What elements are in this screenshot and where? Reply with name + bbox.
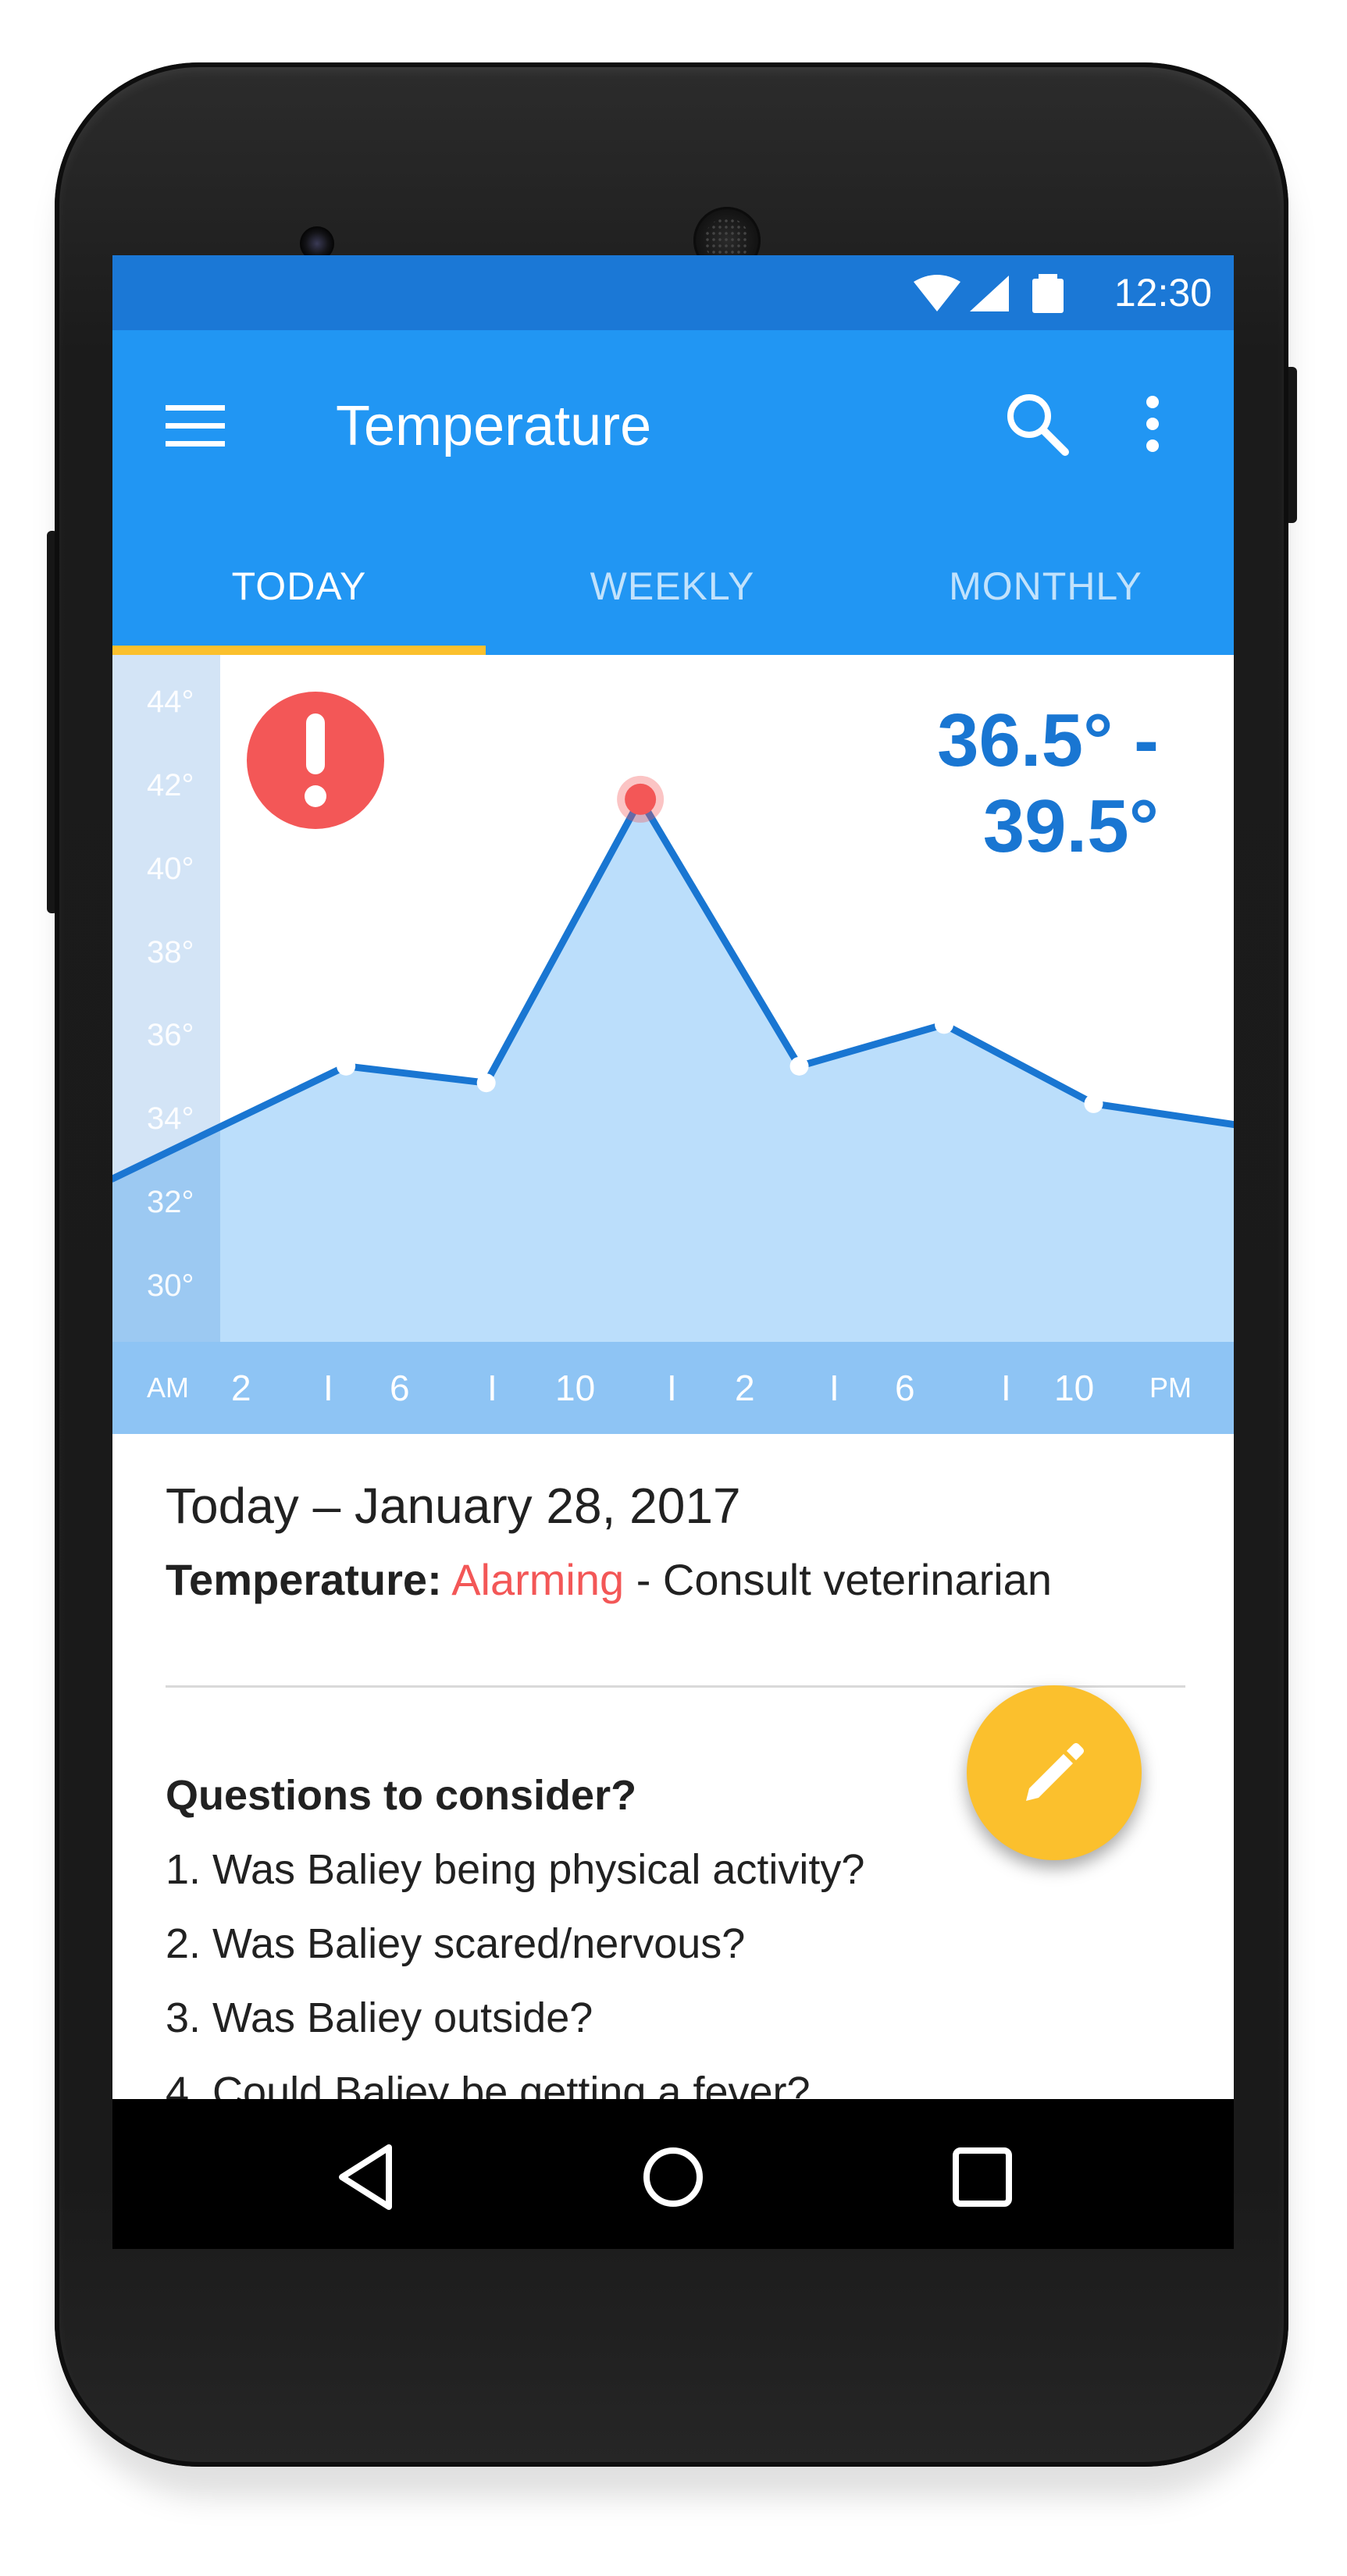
home-icon[interactable] bbox=[626, 2130, 720, 2224]
y-tick-label: 40° bbox=[147, 851, 194, 886]
x-tick: I bbox=[487, 1368, 497, 1408]
alert-data-point[interactable] bbox=[625, 783, 657, 815]
x-tick: 2 bbox=[231, 1368, 251, 1408]
x-tick: AM bbox=[147, 1372, 189, 1404]
data-point[interactable] bbox=[789, 1056, 809, 1076]
status-note: - Consult veterinarian bbox=[624, 1555, 1052, 1604]
data-point[interactable] bbox=[1084, 1094, 1103, 1113]
system-nav-bar bbox=[112, 2099, 1234, 2249]
cell-signal-icon bbox=[970, 276, 1009, 311]
alert-icon bbox=[247, 692, 384, 829]
search-icon[interactable] bbox=[998, 385, 1076, 463]
tab-monthly[interactable]: MONTHLY bbox=[859, 518, 1232, 655]
temperature-chart: 44° 42° 40° 38° 36° 34° 32° 30° 36.5° - 39.5° A… bbox=[112, 655, 1234, 1436]
x-tick: 6 bbox=[390, 1368, 410, 1408]
status-value: Alarming bbox=[451, 1555, 625, 1604]
temperature-area bbox=[112, 799, 1234, 1342]
y-axis-rail bbox=[112, 655, 220, 1342]
tab-today[interactable]: TODAY bbox=[112, 518, 486, 655]
data-point[interactable] bbox=[935, 1015, 954, 1034]
app-bar: Temperature bbox=[112, 330, 1234, 518]
device-mockup: 12:30 Temperature TODAY WEEKLY MONTHLY 4… bbox=[0, 0, 1347, 2576]
normal-range-label: 36.5° - 39.5° bbox=[937, 699, 1159, 868]
y-tick-label: 30° bbox=[147, 1268, 194, 1303]
temperature-status: Temperature: Alarming - Consult veterina… bbox=[166, 1553, 1052, 1607]
pencil-icon bbox=[1026, 1743, 1084, 1801]
x-tick: 6 bbox=[895, 1368, 915, 1408]
x-tick: I bbox=[667, 1368, 677, 1408]
question-item: 3. Was Baliey outside? bbox=[166, 1994, 593, 2041]
back-icon[interactable] bbox=[320, 2130, 414, 2224]
question-item: 2. Was Baliey scared/nervous? bbox=[166, 1920, 746, 1967]
screen: 12:30 Temperature TODAY WEEKLY MONTHLY 4… bbox=[112, 255, 1234, 2249]
page-title: Temperature bbox=[336, 395, 652, 457]
tab-indicator bbox=[112, 646, 486, 655]
battery-icon bbox=[1032, 274, 1064, 313]
x-tick: 10 bbox=[1054, 1368, 1095, 1408]
x-tick: I bbox=[323, 1368, 333, 1408]
x-tick: I bbox=[829, 1368, 839, 1408]
edit-fab-button[interactable] bbox=[967, 1685, 1142, 1860]
tab-bar: TODAY WEEKLY MONTHLY bbox=[112, 518, 1234, 655]
status-time: 12:30 bbox=[1114, 271, 1212, 315]
y-tick-label: 36° bbox=[147, 1018, 194, 1053]
wifi-icon bbox=[914, 275, 960, 311]
status-bar: 12:30 bbox=[112, 255, 1234, 330]
status-icons bbox=[914, 274, 1064, 313]
y-tick-label: 42° bbox=[147, 767, 194, 802]
date-heading: Today – January 28, 2017 bbox=[166, 1478, 741, 1534]
x-tick: I bbox=[1001, 1368, 1011, 1408]
x-tick: 10 bbox=[555, 1368, 596, 1408]
x-axis: AM 2 I 6 I 10 I 2 I 6 I 10 PM bbox=[112, 1342, 1234, 1434]
y-tick-label: 32° bbox=[147, 1185, 194, 1220]
y-tick-label: 34° bbox=[147, 1101, 194, 1137]
recents-icon[interactable] bbox=[935, 2130, 1029, 2224]
data-point[interactable] bbox=[476, 1073, 496, 1093]
y-tick-label: 38° bbox=[147, 934, 194, 970]
tab-weekly[interactable]: WEEKLY bbox=[486, 518, 859, 655]
hamburger-menu-icon[interactable] bbox=[166, 402, 225, 449]
question-item: 1. Was Baliey being physical activity? bbox=[166, 1846, 865, 1893]
questions-title: Questions to consider? bbox=[166, 1772, 637, 1819]
y-tick-label: 44° bbox=[147, 685, 194, 719]
status-label: Temperature: bbox=[166, 1555, 442, 1604]
x-tick: 2 bbox=[735, 1368, 755, 1408]
x-tick: PM bbox=[1149, 1372, 1192, 1404]
data-point[interactable] bbox=[337, 1056, 356, 1076]
more-vert-icon[interactable] bbox=[1129, 385, 1176, 463]
